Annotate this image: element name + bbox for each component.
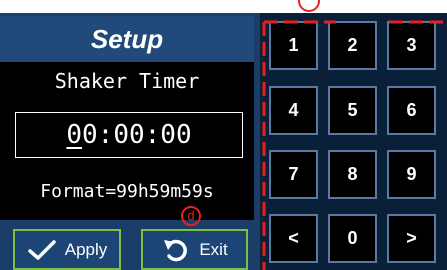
key-1[interactable]: 1 — [269, 21, 318, 70]
timer-title: Shaker Timer — [54, 69, 200, 93]
key-forward[interactable]: > — [387, 214, 436, 263]
exit-button-label: Exit — [199, 239, 228, 259]
exit-button[interactable]: Exit — [141, 229, 248, 270]
numeric-keypad: 1 2 3 4 5 6 7 8 9 < 0 > — [260, 13, 447, 270]
undo-arrow-icon — [164, 239, 188, 261]
key-2[interactable]: 2 — [328, 21, 377, 70]
apply-button-label: Apply — [64, 239, 108, 259]
key-4[interactable]: 4 — [269, 86, 318, 135]
timer-value-field[interactable]: 00:00:00 — [15, 112, 243, 158]
apply-button[interactable]: Apply — [13, 229, 121, 270]
key-0[interactable]: 0 — [328, 214, 377, 263]
key-9[interactable]: 9 — [387, 150, 436, 199]
timer-value-rest: 0:00:00 — [82, 120, 192, 150]
key-3[interactable]: 3 — [387, 21, 436, 70]
page-title: Setup — [0, 16, 254, 62]
key-5[interactable]: 5 — [328, 86, 377, 135]
setup-screen: Setup Shaker Timer 00:00:00 Format=99h59… — [0, 0, 447, 270]
key-8[interactable]: 8 — [328, 150, 377, 199]
annotation-marker-top — [298, 0, 320, 12]
format-hint: Format=99h59m59s — [40, 181, 214, 202]
cursor-digit: 0 — [66, 120, 83, 150]
key-backspace[interactable]: < — [269, 214, 318, 263]
key-7[interactable]: 7 — [269, 150, 318, 199]
key-6[interactable]: 6 — [387, 86, 436, 135]
checkmark-icon — [27, 239, 56, 260]
